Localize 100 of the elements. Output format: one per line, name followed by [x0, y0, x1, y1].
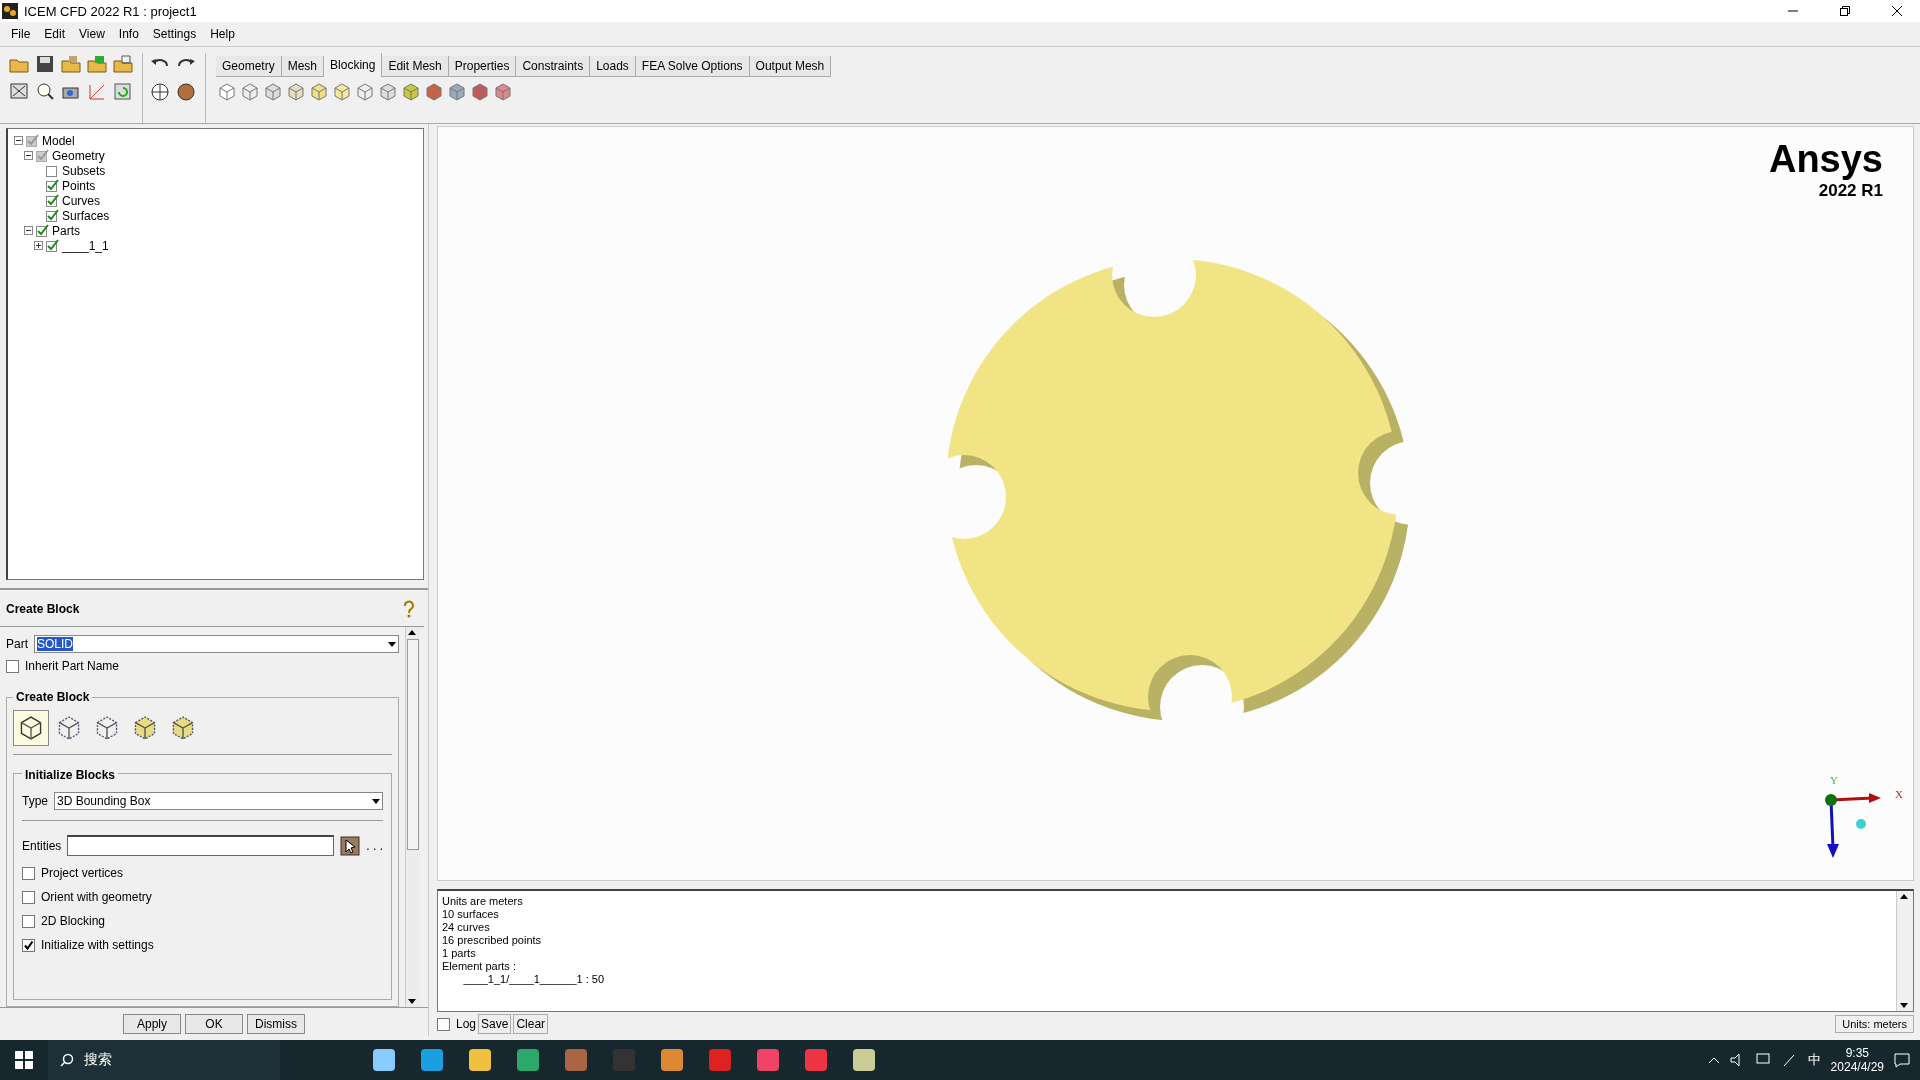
checkbox[interactable] — [22, 890, 35, 904]
collapse-icon[interactable] — [24, 226, 33, 235]
menu-item[interactable]: File — [4, 27, 38, 41]
checkbox[interactable] — [22, 938, 35, 952]
menu-item[interactable]: Settings — [145, 27, 204, 41]
collapse-icon[interactable] — [14, 136, 23, 145]
menu-item[interactable]: View — [72, 27, 112, 41]
tree-checkbox[interactable] — [26, 134, 39, 147]
block-tool-icon[interactable] — [446, 81, 468, 103]
expand-icon[interactable] — [34, 241, 43, 250]
tab[interactable]: Loads — [590, 56, 636, 77]
app-icon[interactable] — [755, 1047, 781, 1073]
type-dropdown[interactable]: 3D Bounding Box — [54, 792, 383, 810]
checkbox[interactable] — [22, 866, 35, 880]
checkbox[interactable] — [6, 659, 19, 673]
app-icon[interactable] — [803, 1047, 829, 1073]
app-logo-icon — [2, 3, 18, 19]
app-icon[interactable] — [659, 1047, 685, 1073]
dialog-button[interactable]: OK — [185, 1014, 243, 1034]
tab[interactable]: Edit Mesh — [382, 56, 449, 77]
field-label: Entities — [22, 838, 62, 853]
block-tool-icon[interactable] — [400, 81, 422, 103]
close-icon[interactable] — [1892, 6, 1902, 16]
checkbox-label: Orient with geometry — [41, 890, 152, 904]
block-tool-icon[interactable] — [239, 81, 261, 103]
block-tool-icon[interactable] — [262, 81, 284, 103]
app-icon[interactable] — [467, 1047, 493, 1073]
scrollbar[interactable] — [1896, 891, 1913, 1012]
tab[interactable]: Output Mesh — [749, 56, 832, 77]
dialog-button[interactable]: Apply — [123, 1014, 181, 1034]
save-icon[interactable] — [34, 53, 56, 75]
chevron-up-icon[interactable] — [1707, 1056, 1720, 1064]
tree-item[interactable]: Geometry — [52, 148, 105, 163]
block-tool-icon[interactable] — [285, 81, 307, 103]
tab[interactable]: FEA Solve Options — [635, 56, 750, 77]
menu-item[interactable]: Help — [203, 27, 242, 41]
help-icon[interactable] — [402, 600, 416, 618]
log-button[interactable]: Save — [478, 1014, 512, 1035]
wireframe-icon[interactable] — [149, 81, 171, 103]
folder-icon[interactable] — [86, 53, 108, 75]
windows-icon[interactable] — [15, 1051, 33, 1069]
app-icon[interactable] — [419, 1047, 445, 1073]
tree-checkbox[interactable] — [36, 224, 49, 237]
tree-item[interactable]: ____1_1 — [62, 238, 109, 253]
refresh-icon[interactable] — [112, 81, 134, 103]
block-tool-icon[interactable] — [377, 81, 399, 103]
tree-checkbox[interactable] — [46, 239, 59, 252]
part-dropdown[interactable]: SOLID — [34, 635, 399, 653]
tree-item[interactable]: Parts — [52, 223, 80, 238]
tree-checkbox[interactable] — [46, 179, 59, 192]
log-button[interactable]: Clear — [513, 1014, 549, 1035]
app-icon[interactable] — [515, 1047, 541, 1073]
tab[interactable]: Constraints — [516, 56, 591, 77]
search-icon — [60, 1053, 74, 1067]
checkbox-label: Inherit Part Name — [25, 659, 120, 673]
input-method-indicator[interactable]: 中 — [1807, 1051, 1821, 1069]
folder-icon[interactable] — [112, 53, 134, 75]
solid-icon[interactable] — [175, 81, 197, 103]
tab[interactable]: Mesh — [281, 56, 325, 77]
scrollbar[interactable] — [405, 627, 420, 1007]
app-icon[interactable] — [371, 1047, 397, 1073]
clock-time: 9:35 — [1845, 1046, 1869, 1060]
inherit-checkbox[interactable]: Inherit Part Name — [6, 659, 399, 673]
menu-item[interactable]: Edit — [37, 27, 73, 41]
tab[interactable]: Geometry — [216, 56, 282, 77]
tab[interactable]: Properties — [448, 56, 517, 77]
notification-icon[interactable] — [1894, 1052, 1910, 1068]
block-tool-icon[interactable] — [469, 81, 491, 103]
network-icon[interactable] — [1755, 1053, 1772, 1067]
entities-field[interactable] — [67, 835, 335, 856]
restore-icon[interactable] — [1840, 6, 1850, 16]
tree-checkbox[interactable] — [46, 194, 59, 207]
tree-item[interactable]: Curves — [62, 193, 100, 208]
tree-item[interactable]: Model — [42, 133, 75, 148]
more-button[interactable]: . . . — [366, 838, 383, 853]
log-line: 16 prescribed points — [442, 934, 543, 948]
menu-item[interactable]: Info — [111, 27, 146, 41]
block-tool-icon[interactable] — [216, 81, 238, 103]
tree-item[interactable]: Subsets — [62, 163, 106, 178]
field-label: Type — [22, 794, 48, 808]
app-icon[interactable] — [851, 1047, 877, 1073]
block-tool-icon[interactable] — [423, 81, 445, 103]
checkbox[interactable] — [22, 914, 35, 928]
tree-checkbox[interactable] — [46, 209, 59, 222]
tree-checkbox[interactable] — [36, 149, 49, 162]
window-title: ICEM CFD 2022 R1 : project1 — [24, 3, 198, 19]
block-tool-icon[interactable] — [308, 81, 330, 103]
dialog-button[interactable]: Dismiss — [247, 1014, 305, 1034]
block-tool-icon[interactable] — [331, 81, 353, 103]
checkbox[interactable] — [437, 1017, 450, 1031]
units-label: Units: meters — [1835, 1015, 1914, 1034]
block-tool-icon[interactable] — [354, 81, 376, 103]
select-cursor-icon[interactable] — [340, 835, 361, 856]
search-field[interactable]: 搜索 — [48, 1040, 280, 1080]
tree-checkbox[interactable] — [46, 164, 59, 177]
tree-item[interactable]: Surfaces — [62, 208, 110, 223]
panel-title: Create Block — [6, 602, 80, 616]
collapse-icon[interactable] — [24, 151, 33, 160]
block-tool-icon[interactable] — [492, 81, 514, 103]
tree-item[interactable]: Points — [62, 178, 96, 193]
